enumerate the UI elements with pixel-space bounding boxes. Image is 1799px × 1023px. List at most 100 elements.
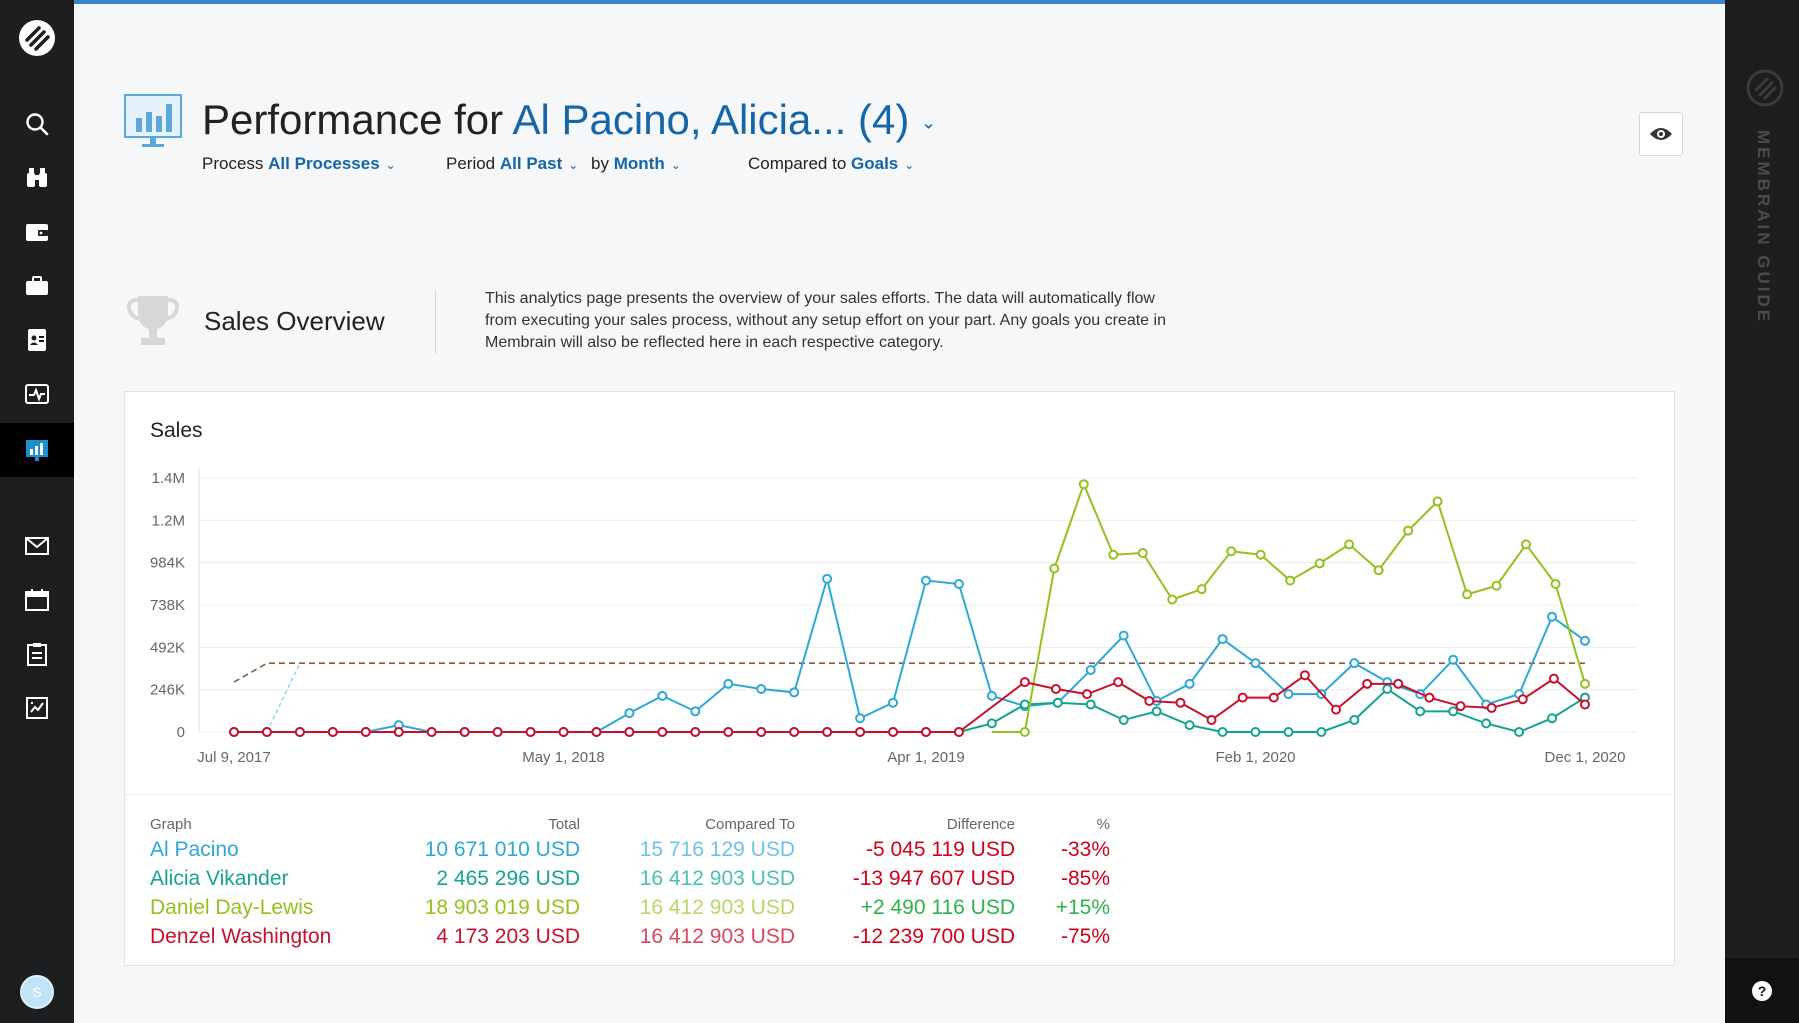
denzel-washington-point (920, 727, 931, 737)
trophy-icon (126, 296, 180, 345)
contacts-nav-item[interactable] (0, 313, 74, 367)
help-button[interactable]: ? (1725, 958, 1799, 1023)
daniel-day-lewis-point (1196, 584, 1207, 595)
daniel-day-lewis-point (1491, 580, 1502, 591)
top-accent-line (74, 0, 1725, 4)
y-tick-label: 1.2M (152, 512, 185, 529)
col-header-compared: Compared To (705, 816, 795, 833)
search-nav-item[interactable] (0, 97, 74, 151)
chevron-down-icon[interactable]: ⌄ (568, 158, 578, 172)
denzel-washington-point (624, 727, 635, 737)
daniel-day-lewis-point (1580, 678, 1590, 689)
calendar-icon (25, 589, 49, 611)
guide-logo-icon[interactable] (1745, 68, 1785, 108)
report-icon (26, 697, 48, 719)
divider (125, 794, 1674, 795)
x-tick-label: May 1, 2018 (522, 749, 605, 766)
process-value[interactable]: All Processes (268, 154, 380, 173)
row-name[interactable]: Denzel Washington (150, 925, 410, 949)
row-compared: 16 412 903 USD (639, 925, 795, 948)
col-header-graph: Graph (150, 816, 192, 833)
row-total: 4 173 203 USD (436, 925, 580, 948)
row-pct: -85% (1060, 867, 1110, 890)
row-difference: +2 490 116 USD (860, 896, 1015, 919)
denzel-washington-point (1486, 702, 1497, 713)
daniel-day-lewis-point (1550, 579, 1561, 590)
compared-value[interactable]: Goals (851, 154, 898, 173)
denzel-washington-point (492, 727, 503, 737)
analytics-icon (26, 440, 48, 461)
analytics-monitor-icon (124, 94, 182, 147)
x-tick-label: Apr 1, 2019 (887, 749, 965, 766)
process-filter[interactable]: Process All Processes ⌄ (202, 154, 396, 174)
denzel-washington-point (1175, 697, 1186, 708)
daniel-day-lewis-point (1078, 479, 1089, 490)
denzel-washington-point (525, 727, 536, 737)
deals-nav-item[interactable] (0, 259, 74, 313)
alicia-vikander-point (1481, 718, 1492, 729)
chevron-down-icon[interactable]: ⌄ (904, 158, 914, 172)
avatar[interactable]: S (20, 975, 54, 1009)
denzel-washington-point (1393, 678, 1404, 689)
process-label: Process (202, 154, 264, 173)
denzel-washington-point (1580, 699, 1590, 710)
denzel-washington-point (1050, 683, 1061, 694)
by-value[interactable]: Month (614, 154, 665, 173)
al-pacino-point (1085, 665, 1096, 676)
analytics-nav-item[interactable] (0, 423, 74, 477)
denzel-washington-point (657, 727, 668, 737)
alicia-vikander-point (1415, 706, 1426, 717)
row-total: 2 465 296 USD (436, 867, 580, 890)
sales-card: Sales 0 246K 492K 738K 984K 1.2M 1.4M Jul 9, 20… (124, 391, 1675, 966)
guide-label[interactable]: MEMBRAIN GUIDE (1753, 130, 1773, 324)
sales-chart: 0 246K 492K 738K 984K 1.2M 1.4M Jul 9, 2017 May … (150, 468, 1637, 766)
wallet-icon (26, 224, 48, 241)
activity-nav-item[interactable] (0, 367, 74, 421)
y-tick-label: 0 (177, 724, 185, 741)
compared-filter[interactable]: Compared to Goals ⌄ (748, 154, 914, 174)
al-pacino-point (1547, 611, 1558, 622)
row-pct: -33% (1060, 838, 1110, 861)
denzel-washington-line (234, 673, 1586, 733)
search-icon (26, 113, 49, 136)
daniel-day-lewis-point (1049, 563, 1060, 574)
mail-nav-item[interactable] (0, 519, 74, 573)
denzel-washington-point (1362, 678, 1373, 689)
divider (435, 290, 436, 354)
denzel-washington-point (756, 727, 767, 737)
denzel-washington-point (393, 727, 404, 737)
al-pacino-point (1349, 658, 1360, 669)
denzel-washington-point (327, 727, 338, 737)
prospecting-nav-item[interactable] (0, 151, 74, 205)
visibility-button[interactable] (1639, 112, 1683, 156)
denzel-washington-point (855, 727, 866, 737)
al-pacino-point (953, 579, 964, 590)
denzel-washington-point (1268, 692, 1279, 703)
row-total: 18 903 019 USD (424, 896, 580, 919)
reports-nav-item[interactable] (0, 681, 74, 735)
tasks-nav-item[interactable] (0, 627, 74, 681)
logo-icon[interactable] (17, 18, 57, 58)
row-name[interactable]: Daniel Day-Lewis (150, 896, 410, 920)
chevron-down-icon[interactable]: ⌄ (671, 158, 681, 172)
wallet-nav-item[interactable] (0, 205, 74, 259)
selection-dropdown[interactable]: Al Pacino, Alicia... (4) (512, 96, 909, 143)
row-pct: -75% (1060, 925, 1110, 948)
period-value[interactable]: All Past (500, 154, 562, 173)
denzel-washington-point (1082, 689, 1093, 700)
alicia-vikander-point (1283, 727, 1294, 737)
calendar-nav-item[interactable] (0, 573, 74, 627)
row-pct: +15% (1055, 896, 1110, 919)
row-name[interactable]: Alicia Vikander (150, 867, 410, 891)
denzel-washington-point (789, 727, 800, 737)
col-header-pct: % (1096, 816, 1110, 833)
al-pacino-point (986, 690, 997, 701)
row-name[interactable]: Al Pacino (150, 838, 410, 862)
denzel-washington-point (953, 727, 964, 737)
chevron-down-icon[interactable]: ⌄ (921, 112, 936, 132)
chevron-down-icon[interactable]: ⌄ (386, 158, 396, 172)
al-pacino-point (1580, 635, 1590, 646)
period-filter[interactable]: Period All Past ⌄ by Month ⌄ (446, 154, 681, 174)
row-compared: 15 716 129 USD (639, 838, 795, 861)
daniel-day-lewis-point (1137, 548, 1148, 559)
